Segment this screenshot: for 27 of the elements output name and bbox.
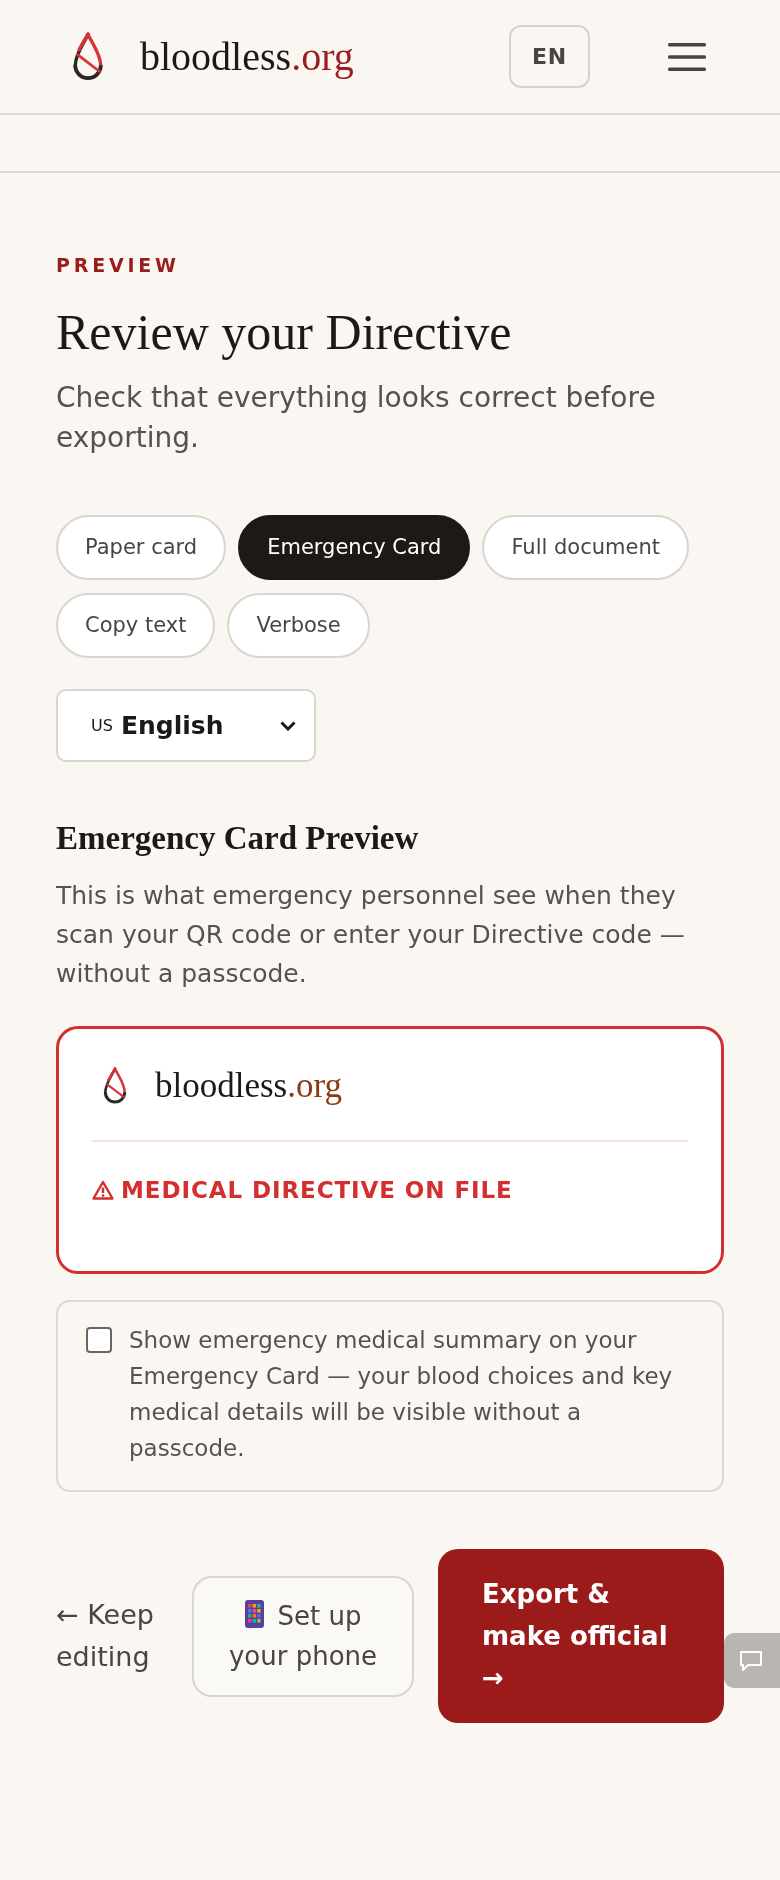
checkbox[interactable] [86,1327,112,1353]
section-description: This is what emergency personnel see when they scan your QR code or enter your Directive code — without a passcode. [56,880,686,990]
site-logo[interactable]: bloodless.org [140,32,354,81]
menu-icon[interactable] [668,42,706,71]
preview-format-tab[interactable]: Verbose [227,593,370,658]
language-button[interactable]: EN [509,25,590,88]
page-subtitle: Check that everything looks correct before exporting. [56,380,657,456]
set-up-phone-button[interactable]: Set up your phone [192,1575,414,1697]
section-title: Emergency Card Preview [56,819,420,858]
phone-icon [244,1600,264,1628]
drop-icon [103,1067,127,1105]
summary-option-label[interactable]: Show emergency medical summary on your Emergency Card — your blood choices and key medical details will be visible without a passcode. [129,1322,700,1466]
keep-editing-link[interactable]: ← Keep editing [56,1594,168,1678]
preview-format-tab[interactable]: Copy text [56,593,216,658]
chevron-down-icon [280,720,296,731]
card-logo: bloodless.org [155,1065,342,1107]
export-button[interactable]: Export & make official → [438,1549,724,1723]
preview-format-tab[interactable]: Full document [482,515,689,580]
preview-format-tab[interactable]: Paper card [56,515,227,580]
drop-icon [72,31,104,82]
language-select[interactable]: US English [56,689,316,762]
warning-icon [92,1180,114,1200]
page-title: Review your Directive [56,303,513,361]
chat-icon [739,1649,763,1672]
eyebrow-label: PREVIEW [56,253,181,277]
alert-text: MEDICAL DIRECTIVE ON FILE [121,1176,513,1204]
preview-format-tab[interactable]: Emergency Card [238,515,471,580]
